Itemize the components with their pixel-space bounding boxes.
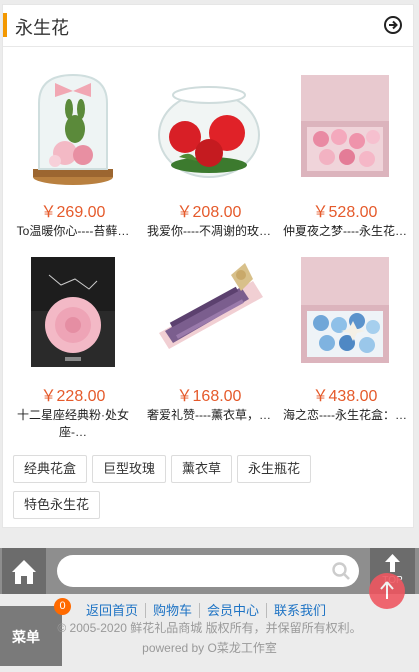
- product-price: ￥269.00: [40, 204, 106, 221]
- copyright-text: © 2005-2020 鲜花礼品商城 版权所有，并保留所有权利。: [57, 621, 362, 635]
- product-price: ￥438.00: [312, 388, 378, 405]
- footer-link-contact[interactable]: 联系我们: [266, 603, 334, 618]
- home-icon: [12, 560, 36, 584]
- tag-preserved-vase[interactable]: 永生瓶花: [237, 455, 312, 483]
- product-card[interactable]: ￥208.00 我爱你----不凋谢的玫…: [141, 53, 277, 249]
- footer-link-member[interactable]: 会员中心: [199, 603, 267, 618]
- product-card[interactable]: ￥528.00 仲夏夜之梦----永生花…: [277, 53, 413, 249]
- product-price: ￥208.00: [176, 204, 242, 221]
- arrow-up-icon: [380, 581, 394, 599]
- section-accent-bar: [3, 13, 7, 37]
- product-name[interactable]: 海之恋----永生花盒：…: [283, 407, 407, 424]
- footer-links: 返回首页 购物车 会员中心 联系我们: [79, 600, 334, 618]
- tag-special-preserved[interactable]: 特色永生花: [13, 491, 101, 519]
- product-image[interactable]: [277, 61, 413, 191]
- floating-up-button[interactable]: [369, 573, 405, 609]
- search-input[interactable]: [69, 560, 329, 582]
- search-icon[interactable]: [331, 561, 351, 581]
- tag-lavender[interactable]: 薰衣草: [171, 455, 233, 483]
- powered-by-text: powered by O菜龙工作室: [142, 641, 277, 655]
- tag-classic-flower-box[interactable]: 经典花盒: [13, 455, 88, 483]
- product-price: ￥168.00: [176, 388, 242, 405]
- product-image[interactable]: [277, 245, 413, 375]
- footer-link-home[interactable]: 返回首页: [79, 603, 145, 618]
- permanent-flower-section: 永生花 ￥269.00 To温暖你心----苔藓… ￥208.00 我爱你---…: [2, 4, 414, 528]
- product-image[interactable]: [5, 61, 141, 191]
- product-price: ￥528.00: [312, 204, 378, 221]
- home-button[interactable]: [2, 548, 46, 594]
- tag-giant-rose[interactable]: 巨型玫瑰: [92, 455, 167, 483]
- menu-button[interactable]: 菜单: [0, 606, 62, 666]
- section-title: 永生花: [15, 18, 69, 38]
- product-image[interactable]: [5, 245, 141, 375]
- product-card[interactable]: ￥438.00 海之恋----永生花盒：…: [277, 237, 413, 433]
- cart-count-badge: 0: [54, 598, 71, 615]
- product-price: ￥228.00: [40, 388, 106, 405]
- product-card[interactable]: ￥168.00 奢爱礼赞----薰衣草，…: [141, 237, 277, 433]
- product-image[interactable]: [141, 245, 277, 375]
- product-name[interactable]: 奢爱礼赞----薰衣草，…: [147, 407, 271, 424]
- bottom-toolbar: TOP: [0, 548, 419, 594]
- search-box[interactable]: [57, 555, 359, 587]
- product-card[interactable]: ￥228.00 十二星座经典粉·处女座-…: [5, 237, 141, 439]
- section-header: 永生花: [3, 5, 413, 47]
- product-image[interactable]: [141, 61, 277, 191]
- arrow-right-circle-icon[interactable]: [383, 15, 403, 35]
- product-card[interactable]: ￥269.00 To温暖你心----苔藓…: [5, 53, 141, 249]
- footer-link-cart[interactable]: 购物车: [145, 603, 200, 618]
- product-name[interactable]: 十二星座经典粉·处女座-…: [11, 407, 135, 441]
